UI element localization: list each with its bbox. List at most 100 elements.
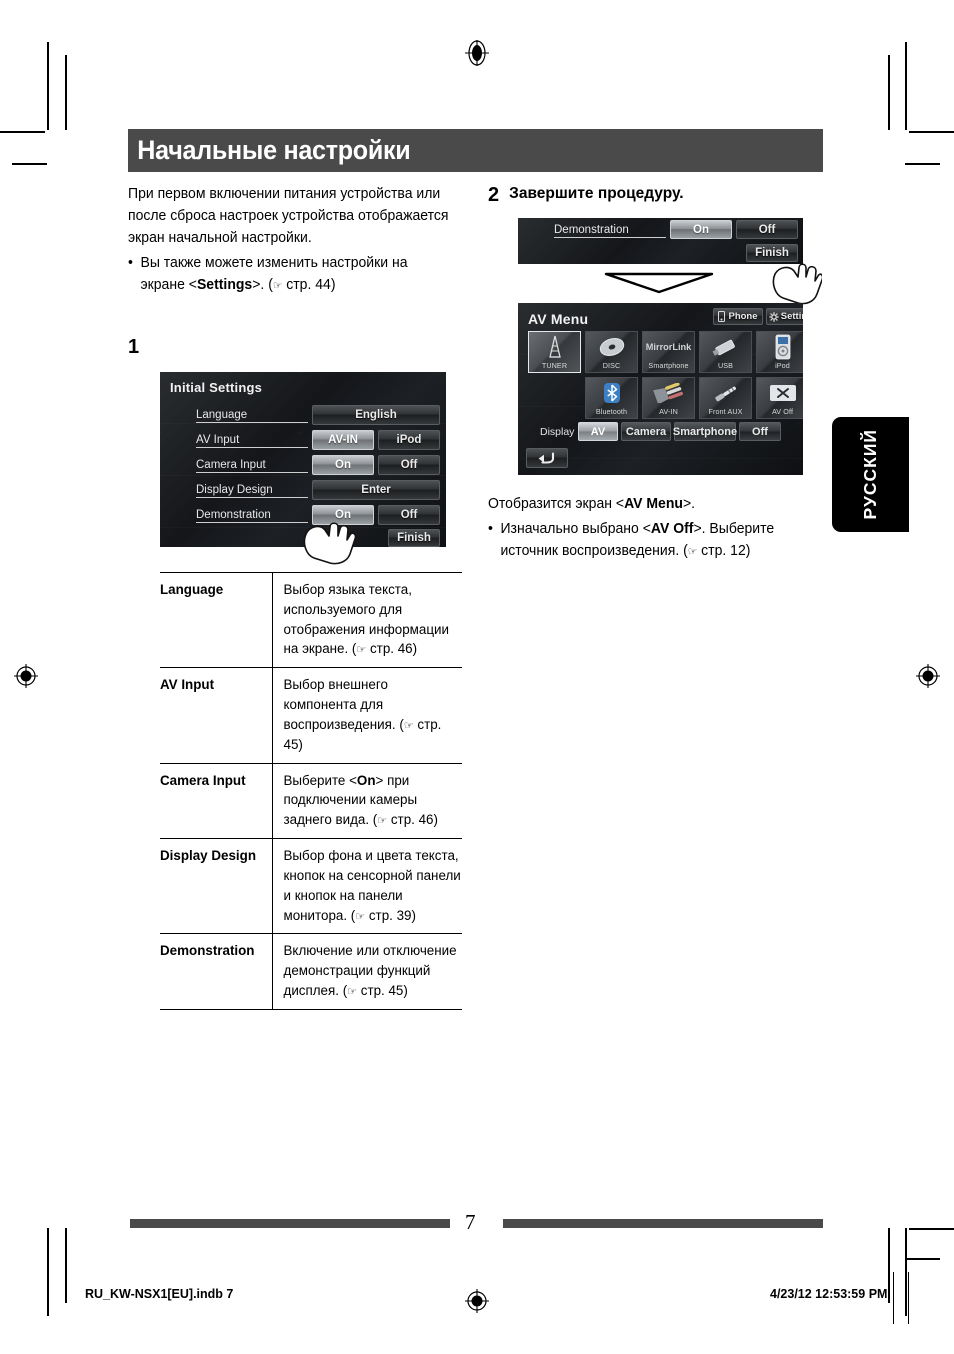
av-menu-back-button[interactable] <box>526 448 568 468</box>
row-label-av-input: AV Input <box>196 434 308 448</box>
step-2-title: Завершите процедуру. <box>509 185 684 202</box>
table-cell-value: Выбор внешнего компонента для воспроизве… <box>272 667 462 764</box>
row-label-language: Language <box>196 409 308 423</box>
intro-bullet-ref: стр. 44) <box>282 276 336 293</box>
demo-on-button[interactable]: On <box>670 220 732 239</box>
back-arrow-icon <box>538 451 554 464</box>
hand-pointer-icon: ☞ <box>356 643 367 657</box>
demonstration-screenshot: Demonstration On Off Finish <box>518 218 803 264</box>
table-row: Demonstration Включение или отключение д… <box>160 933 462 1010</box>
step-2-bullet: • Изначально выбрано <AV Off>. Выберите … <box>488 519 814 563</box>
crop-mark-tl-v1 <box>47 42 49 130</box>
usb-icon <box>700 332 751 361</box>
av-in-icon <box>643 378 694 407</box>
table-cell-value: Выбор языка текста, используемого для от… <box>272 571 462 669</box>
source-tile-usb[interactable]: USB <box>699 331 752 373</box>
source-tile-label: AV Off <box>771 407 794 416</box>
display-design-enter-button[interactable]: Enter <box>312 480 440 500</box>
bluetooth-icon <box>586 378 637 407</box>
intro-paragraph: При первом включении питания устройства … <box>128 186 449 246</box>
av-menu-keyword: AV Menu <box>624 496 683 512</box>
crop-mark-br-h1 <box>909 1228 954 1230</box>
step-2-result-block: Отобразится экран <AV Menu>. • Изначальн… <box>488 494 828 563</box>
ipod-icon <box>757 332 803 361</box>
gear-icon <box>769 311 779 322</box>
display-off-button[interactable]: Off <box>739 422 781 441</box>
language-tab-label: РУССКИЙ <box>860 429 880 520</box>
page-number: 7 <box>465 1210 476 1234</box>
source-tile-ipod[interactable]: iPod <box>756 331 803 373</box>
source-tile-front-aux[interactable]: Front AUX <box>699 377 752 419</box>
crop-mark-tr-h2 <box>905 163 940 165</box>
footer-timestamp: 4/23/12 12:53:59 PM <box>770 1287 888 1301</box>
step-1-number: 1 <box>128 336 140 358</box>
registration-mark-right <box>916 664 940 688</box>
finger-tap-cursor-icon-2 <box>772 263 822 305</box>
intro-bullet-text: Вы также можете изменить настройки на эк… <box>140 253 454 297</box>
intro-bullet: • Вы также можете изменить настройки на … <box>128 253 454 297</box>
bullet-prefix: Изначально выбрано < <box>500 520 651 537</box>
table-cell-value: Выберите <On> при подключении камеры зад… <box>272 763 462 840</box>
initial-settings-screenshot: Initial Settings Language English AV Inp… <box>160 372 446 547</box>
bullet-ref: стр. 12) <box>697 542 751 559</box>
crop-mark-bl-v2 <box>65 1228 67 1303</box>
initial-settings-finish-button[interactable]: Finish <box>388 529 440 547</box>
crop-mark-tr-v1 <box>905 42 907 130</box>
footer-rule-left <box>130 1219 450 1228</box>
source-tile-label: TUNER <box>541 361 568 370</box>
source-tile-label: DISC <box>602 361 621 370</box>
registration-mark-left <box>14 664 38 688</box>
av-menu-settings-button[interactable]: Settings <box>766 308 803 325</box>
crop-mark-tl-h1 <box>0 131 45 133</box>
source-tile-smartphone[interactable]: MirrorLink Smartphone <box>642 331 695 373</box>
crop-mark-bl-v1 <box>47 1228 49 1316</box>
av-menu-phone-button[interactable]: Phone <box>713 308 763 325</box>
phone-button-label: Phone <box>728 311 758 322</box>
display-smartphone-button[interactable]: Smartphone <box>673 422 737 441</box>
source-tile-av-in[interactable]: AV-IN <box>642 377 695 419</box>
camera-input-off-button[interactable]: Off <box>378 455 440 475</box>
av-input-ipod-button[interactable]: iPod <box>378 430 440 450</box>
av-menu-title: AV Menu <box>528 311 589 327</box>
registration-mark-top <box>465 40 489 66</box>
source-tile-bluetooth[interactable]: Bluetooth <box>585 377 638 419</box>
hand-pointer-icon: ☞ <box>272 278 283 292</box>
demonstration-off-button[interactable]: Off <box>378 505 440 525</box>
step-2-number: 2 <box>488 184 500 206</box>
display-camera-button[interactable]: Camera <box>621 422 671 441</box>
source-tile-disc[interactable]: DISC <box>585 331 638 373</box>
footer-rule-right <box>503 1219 823 1228</box>
display-row-label: Display <box>540 426 575 438</box>
hand-pointer-icon: ☞ <box>403 718 414 732</box>
language-side-tab: РУССКИЙ <box>832 417 909 532</box>
front-aux-icon <box>700 378 751 407</box>
display-av-button[interactable]: AV <box>578 422 618 441</box>
footer-divider-2 <box>908 1272 910 1324</box>
av-input-avin-button[interactable]: AV-IN <box>312 430 374 450</box>
table-cell-value: Выбор фона и цвета текста, кнопок на сен… <box>272 838 462 935</box>
av-menu-screenshot: AV Menu Phone Settings <box>518 303 803 475</box>
crop-mark-br-v1 <box>905 1228 907 1316</box>
source-tile-av-off[interactable]: AV Off <box>756 377 803 419</box>
demonstration-on-button[interactable]: On <box>312 505 374 525</box>
table-value-ref: стр. 39) <box>365 907 416 923</box>
hand-pointer-icon: ☞ <box>687 544 698 558</box>
crop-mark-tr-h1 <box>909 131 954 133</box>
page-title: Начальные настройки <box>137 135 411 165</box>
row-label-display-design: Display Design <box>196 484 308 498</box>
source-tile-label: USB <box>717 361 734 370</box>
row-label-demonstration: Demonstration <box>196 509 308 523</box>
disc-icon <box>586 332 637 361</box>
table-value-bold: On <box>356 772 376 788</box>
language-value-button[interactable]: English <box>312 405 440 425</box>
demo-off-button[interactable]: Off <box>736 220 798 239</box>
camera-input-on-button[interactable]: On <box>312 455 374 475</box>
source-tile-tuner[interactable]: TUNER <box>528 331 581 373</box>
source-tile-label: Smartphone <box>648 361 689 370</box>
flow-down-arrow-icon <box>604 272 714 294</box>
source-tile-label: iPod <box>775 361 790 370</box>
demo-finish-button[interactable]: Finish <box>746 244 798 262</box>
initial-settings-title: Initial Settings <box>170 380 263 395</box>
av-off-keyword: AV Off <box>650 520 694 537</box>
crop-mark-tl-h2 <box>12 163 47 165</box>
